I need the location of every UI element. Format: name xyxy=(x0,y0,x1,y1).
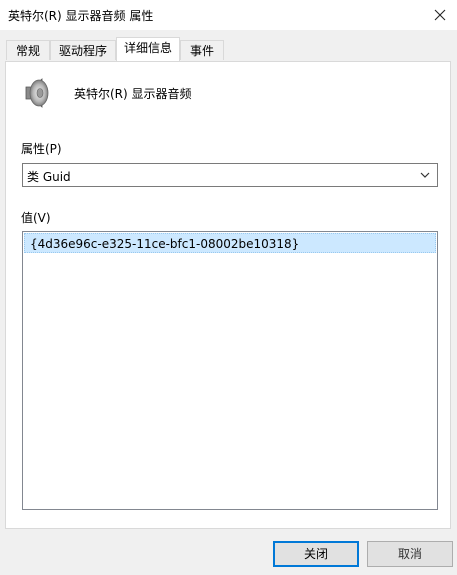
value-label: 值(V) xyxy=(21,211,51,225)
tab-label: 驱动程序 xyxy=(58,44,107,58)
tab-general[interactable]: 常规 xyxy=(6,40,50,60)
tab-driver[interactable]: 驱动程序 xyxy=(50,40,116,60)
tab-label: 详细信息 xyxy=(123,41,172,55)
details-panel: 英特尔(R) 显示器音频 属性(P) 类 Guid 值(V) {4d36e96c… xyxy=(5,61,451,529)
list-item-text: {4d36e96c-e325-11ce-bfc1-08002be10318} xyxy=(30,237,300,251)
property-label: 属性(P) xyxy=(21,142,62,156)
tab-label: 常规 xyxy=(15,44,40,58)
window-title: 英特尔(R) 显示器音频 属性 xyxy=(8,9,154,23)
close-button[interactable]: 关闭 xyxy=(273,541,359,567)
tab-details[interactable]: 详细信息 xyxy=(116,37,180,61)
title-bar: 英特尔(R) 显示器音频 属性 xyxy=(0,0,457,30)
tab-events[interactable]: 事件 xyxy=(180,40,224,60)
properties-dialog: 英特尔(R) 显示器音频 属性 常规 驱动程序 详细信息 事件 英特尔(R) 显… xyxy=(0,0,457,575)
close-icon[interactable] xyxy=(423,0,457,30)
device-name: 英特尔(R) 显示器音频 xyxy=(74,87,192,101)
cancel-button[interactable]: 取消 xyxy=(367,541,453,567)
list-item[interactable]: {4d36e96c-e325-11ce-bfc1-08002be10318} xyxy=(24,233,436,253)
property-select[interactable]: 类 Guid xyxy=(22,163,438,187)
chevron-down-icon xyxy=(419,169,431,181)
property-selected-value: 类 Guid xyxy=(27,170,71,184)
value-list[interactable]: {4d36e96c-e325-11ce-bfc1-08002be10318} xyxy=(22,231,438,510)
speaker-icon xyxy=(22,76,52,110)
tab-label: 事件 xyxy=(189,44,214,58)
